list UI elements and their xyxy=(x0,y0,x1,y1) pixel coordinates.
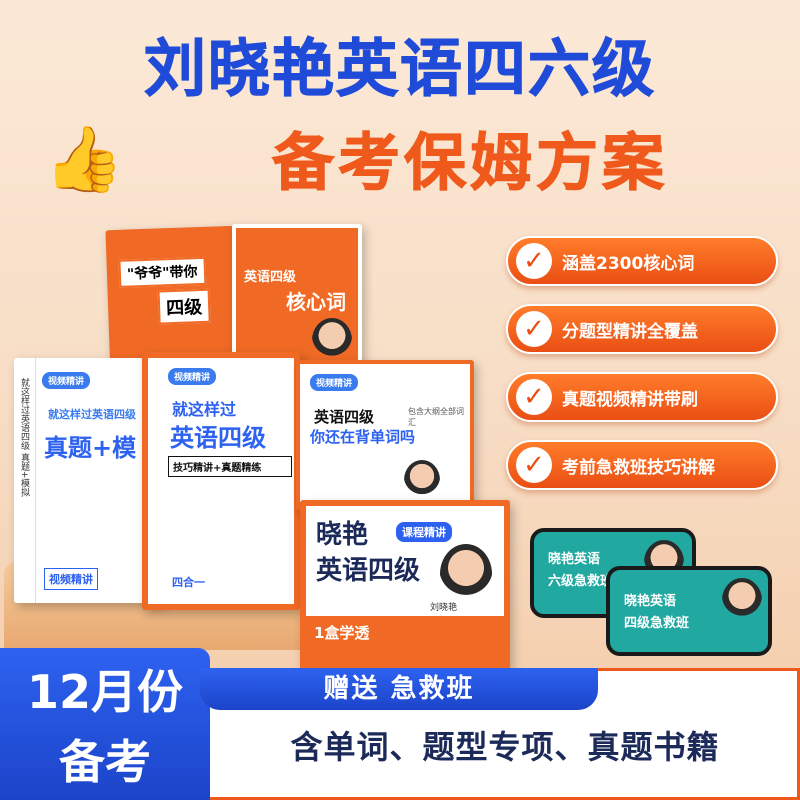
check-icon: ✓ xyxy=(516,311,552,347)
box-footer: 1盒学透 xyxy=(314,624,370,642)
video-tag: 视频精讲 xyxy=(168,368,217,385)
author-photo xyxy=(312,318,352,362)
month-label: 12月份 xyxy=(26,665,183,719)
feature-item: ✓ 考前急救班技巧讲解 xyxy=(506,440,778,490)
includes-text: 含单词、题型专项、真题书籍 xyxy=(290,728,720,766)
book-yeye-title: "爷爷"带你 xyxy=(118,256,206,288)
course-box: 晓艳 课程精讲 英语四级 刘晓艳 1盒学透 xyxy=(300,500,510,670)
feature-item: ✓ 涵盖2300核心词 xyxy=(506,236,778,286)
box-title-a: 晓艳 xyxy=(316,520,369,550)
author-photo xyxy=(440,544,492,604)
thumbs-up-icon: 👍 xyxy=(44,123,124,197)
author-photo xyxy=(404,460,440,500)
page-title-line1: 刘晓艳英语四六级 xyxy=(143,32,656,106)
book-words-title: 你还在背单词吗 xyxy=(310,428,416,446)
check-icon: ✓ xyxy=(516,243,552,279)
check-icon: ✓ xyxy=(516,379,552,415)
video-tag: 视频精讲 xyxy=(310,374,359,391)
feature-label: 涵盖2300核心词 xyxy=(562,253,695,274)
book-words-note: 包含大纲全部词汇 xyxy=(408,407,464,427)
feature-item: ✓ 真题视频精讲带刷 xyxy=(506,372,778,422)
phone-cet4: 晓艳英语 四级急救班 xyxy=(606,566,772,656)
phone-cet6-line2: 六级急救班 xyxy=(548,574,614,589)
book-spine-text: 就这样过英语四级 真题+模拟 xyxy=(19,378,29,497)
page-title-line2: 备考保姆方案 xyxy=(271,126,668,200)
phone-cet6-line1: 晓艳英语 xyxy=(548,552,601,567)
feature-label: 分题型精讲全覆盖 xyxy=(562,321,698,342)
box-title-b: 英语四级 xyxy=(316,556,421,586)
book-words: 视频精讲 英语四级 你还在背单词吗 包含大纲全部词汇 xyxy=(296,360,474,510)
book-four-band: 技巧精讲+真题精练 xyxy=(168,456,292,477)
book-real-exam-title: 真题+模 xyxy=(44,434,137,462)
book-core-words-subtitle: 英语四级 xyxy=(244,270,297,285)
phone-cet4-line1: 晓艳英语 xyxy=(624,594,677,609)
book-real-exam-subtitle: 就这样过英语四级 xyxy=(48,408,136,421)
course-tag: 课程精讲 xyxy=(396,522,452,542)
book-four-title: 英语四级 xyxy=(170,424,266,452)
book-four-footer: 四合一 xyxy=(172,576,205,589)
feature-label: 考前急救班技巧讲解 xyxy=(562,457,715,478)
teacher-photo xyxy=(722,578,762,622)
prep-label: 备考 xyxy=(59,735,151,789)
book-four-in-one: 视频精讲 就这样过 英语四级 技巧精讲+真题精练 四合一 xyxy=(142,352,300,610)
book-spine: 就这样过英语四级 真题+模拟 xyxy=(14,358,36,603)
feature-list: ✓ 涵盖2300核心词 ✓ 分题型精讲全覆盖 ✓ 真题视频精讲带刷 ✓ 考前急救… xyxy=(506,236,778,508)
book-real-exam-badge: 视频精讲 xyxy=(44,568,98,590)
feature-item: ✓ 分题型精讲全覆盖 xyxy=(506,304,778,354)
phone-cet4-line2: 四级急救班 xyxy=(624,616,690,631)
book-yeye-level: 四级 xyxy=(157,288,211,325)
check-icon: ✓ xyxy=(516,447,552,483)
month-badge: 12月份 备考 xyxy=(0,648,210,800)
box-author: 刘晓艳 xyxy=(430,603,458,613)
bonus-banner: 赠送 急救班 xyxy=(200,668,598,710)
book-words-subtitle: 英语四级 xyxy=(314,408,375,426)
video-tag: 视频精讲 xyxy=(42,372,91,389)
book-four-subtitle: 就这样过 xyxy=(172,400,237,419)
book-core-words-title: 核心词 xyxy=(286,290,346,314)
feature-label: 真题视频精讲带刷 xyxy=(562,389,698,410)
